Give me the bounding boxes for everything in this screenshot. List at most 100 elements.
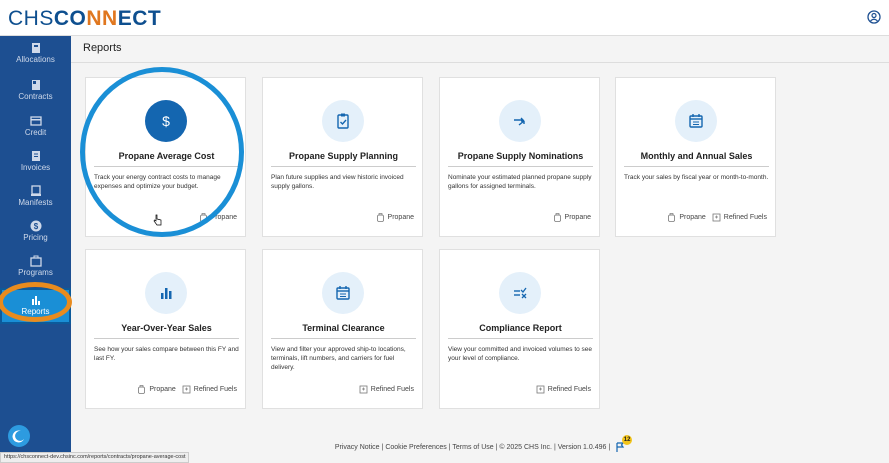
card-title: Propane Average Cost (118, 151, 215, 161)
propane-tank-icon (668, 213, 676, 222)
card-tags: Propane Refined Fuels (137, 385, 237, 394)
card-icon-circle (322, 272, 364, 314)
card-title: Propane Supply Planning (288, 151, 398, 161)
notification-badge: 12 (622, 435, 633, 445)
tag-refined-fuels: Refined Fuels (712, 213, 767, 222)
card-icon-circle (675, 100, 717, 142)
sidebar-item-pricing[interactable]: $ Pricing (0, 219, 71, 253)
manifests-icon (30, 185, 41, 196)
card-description: View your committed and invoiced volumes… (448, 346, 593, 362)
terms-of-use-link[interactable]: Terms of Use (452, 444, 493, 451)
programs-icon (29, 255, 42, 267)
card-title: Compliance Report (479, 323, 562, 333)
clipboard-check-icon (337, 113, 349, 129)
top-bar: CHSCONNECT (0, 0, 889, 36)
card-divider (271, 338, 416, 339)
card-description: See how your sales compare between this … (94, 346, 239, 362)
svg-text:$: $ (162, 113, 170, 129)
chs-connect-logo[interactable]: CHSCONNECT (8, 7, 161, 31)
card-icon-circle: $ (145, 100, 187, 142)
invoices-icon (31, 151, 40, 161)
fuel-pump-icon (182, 385, 191, 394)
card-tags: Propane (199, 213, 237, 222)
sidebar-item-credit[interactable]: Credit (0, 114, 71, 148)
card-compliance-report[interactable]: Compliance Report View your committed an… (439, 249, 600, 409)
card-divider (448, 338, 593, 339)
card-terminal-clearance[interactable]: Terminal Clearance View and filter your … (262, 249, 423, 409)
reports-icon (31, 296, 40, 305)
tag-refined-fuels: Refined Fuels (182, 385, 237, 394)
dark-mode-toggle[interactable] (8, 425, 30, 447)
cookie-preferences-link[interactable]: Cookie Preferences (385, 444, 446, 451)
card-tags: Refined Fuels (536, 385, 591, 394)
footer-separator: | (381, 443, 384, 451)
card-description: Track your sales by fiscal year or month… (624, 174, 769, 181)
bar-chart-icon (161, 288, 172, 299)
footer-separator: | (608, 443, 611, 451)
card-divider (94, 166, 239, 167)
copyright-text: © 2025 CHS Inc. (499, 443, 553, 451)
fuel-pump-icon (359, 385, 368, 394)
moon-icon (12, 430, 24, 443)
calendar-icon (689, 114, 703, 128)
card-propane-supply-planning[interactable]: Propane Supply Planning Plan future supp… (262, 77, 423, 237)
sidebar-item-invoices[interactable]: Invoices (0, 149, 71, 183)
sidebar-item-manifests[interactable]: Manifests (0, 184, 71, 218)
sidebar-item-programs[interactable]: Programs (0, 254, 71, 288)
card-year-over-year-sales[interactable]: Year-Over-Year Sales See how your sales … (85, 249, 246, 409)
card-icon-circle (499, 100, 541, 142)
propane-tank-icon (138, 385, 146, 394)
sidebar-item-reports[interactable]: Reports (0, 288, 71, 324)
dollar-icon: $ (162, 113, 170, 129)
tag-refined-fuels: Refined Fuels (359, 385, 414, 394)
card-divider (271, 166, 416, 167)
credit-icon (29, 116, 42, 126)
calendar-icon (336, 286, 350, 300)
hand-cursor-icon (153, 214, 162, 226)
card-icon-circle (322, 100, 364, 142)
card-description: View and filter your approved ship-to lo… (271, 346, 406, 371)
contracts-icon (31, 80, 40, 90)
card-tags: Refined Fuels (359, 385, 414, 394)
card-title: Monthly and Annual Sales (640, 151, 753, 161)
compliance-icon (514, 287, 527, 299)
svg-text:$: $ (33, 222, 38, 231)
tag-propane: Propane (376, 213, 414, 222)
propane-tank-icon (376, 213, 384, 222)
tag-propane: Propane (137, 385, 176, 394)
card-description: Track your energy contract costs to mana… (94, 174, 221, 190)
propane-tank-icon (553, 213, 561, 222)
tag-refined-fuels: Refined Fuels (536, 385, 591, 394)
allocations-icon (31, 43, 40, 53)
footer: Privacy Notice | Cookie Preferences | Te… (71, 432, 889, 463)
card-description: Nominate your estimated planned propane … (448, 174, 592, 190)
tag-propane: Propane (667, 213, 706, 222)
tag-propane: Propane (553, 213, 591, 222)
card-title: Year-Over-Year Sales (121, 323, 212, 333)
fuel-pump-icon (536, 385, 545, 394)
version-text: Version 1.0.496 (557, 443, 607, 451)
card-propane-supply-nominations[interactable]: Propane Supply Nominations Nominate your… (439, 77, 600, 237)
sidebar-item-allocations[interactable]: Allocations (0, 41, 71, 75)
tag-propane: Propane (199, 213, 237, 222)
title-divider (71, 62, 889, 63)
card-description: Plan future supplies and view historic i… (271, 174, 404, 190)
status-bar-url: https://chsconnect-dev.chsinc.com/report… (0, 452, 190, 463)
privacy-notice-link[interactable]: Privacy Notice (335, 444, 380, 451)
card-icon-circle (499, 272, 541, 314)
card-monthly-and-annual-sales[interactable]: Monthly and Annual Sales Track your sale… (615, 77, 776, 237)
card-tags: Propane Refined Fuels (667, 213, 767, 222)
footer-separator: | (448, 443, 451, 451)
arrows-icon (514, 117, 525, 126)
sidebar: Allocations Contracts Credit Invoices Ma… (0, 36, 71, 463)
page-title: Reports (83, 42, 122, 54)
fuel-pump-icon (712, 213, 721, 222)
pricing-icon: $ (30, 220, 41, 232)
propane-tank-icon (199, 213, 207, 222)
sidebar-item-contracts[interactable]: Contracts (0, 78, 71, 112)
notifications-button[interactable]: 12 (615, 435, 633, 452)
card-divider (94, 338, 239, 339)
card-propane-average-cost[interactable]: $ Propane Average Cost Track your energy… (85, 77, 246, 237)
card-divider (448, 166, 593, 167)
user-account-icon[interactable] (867, 10, 881, 24)
